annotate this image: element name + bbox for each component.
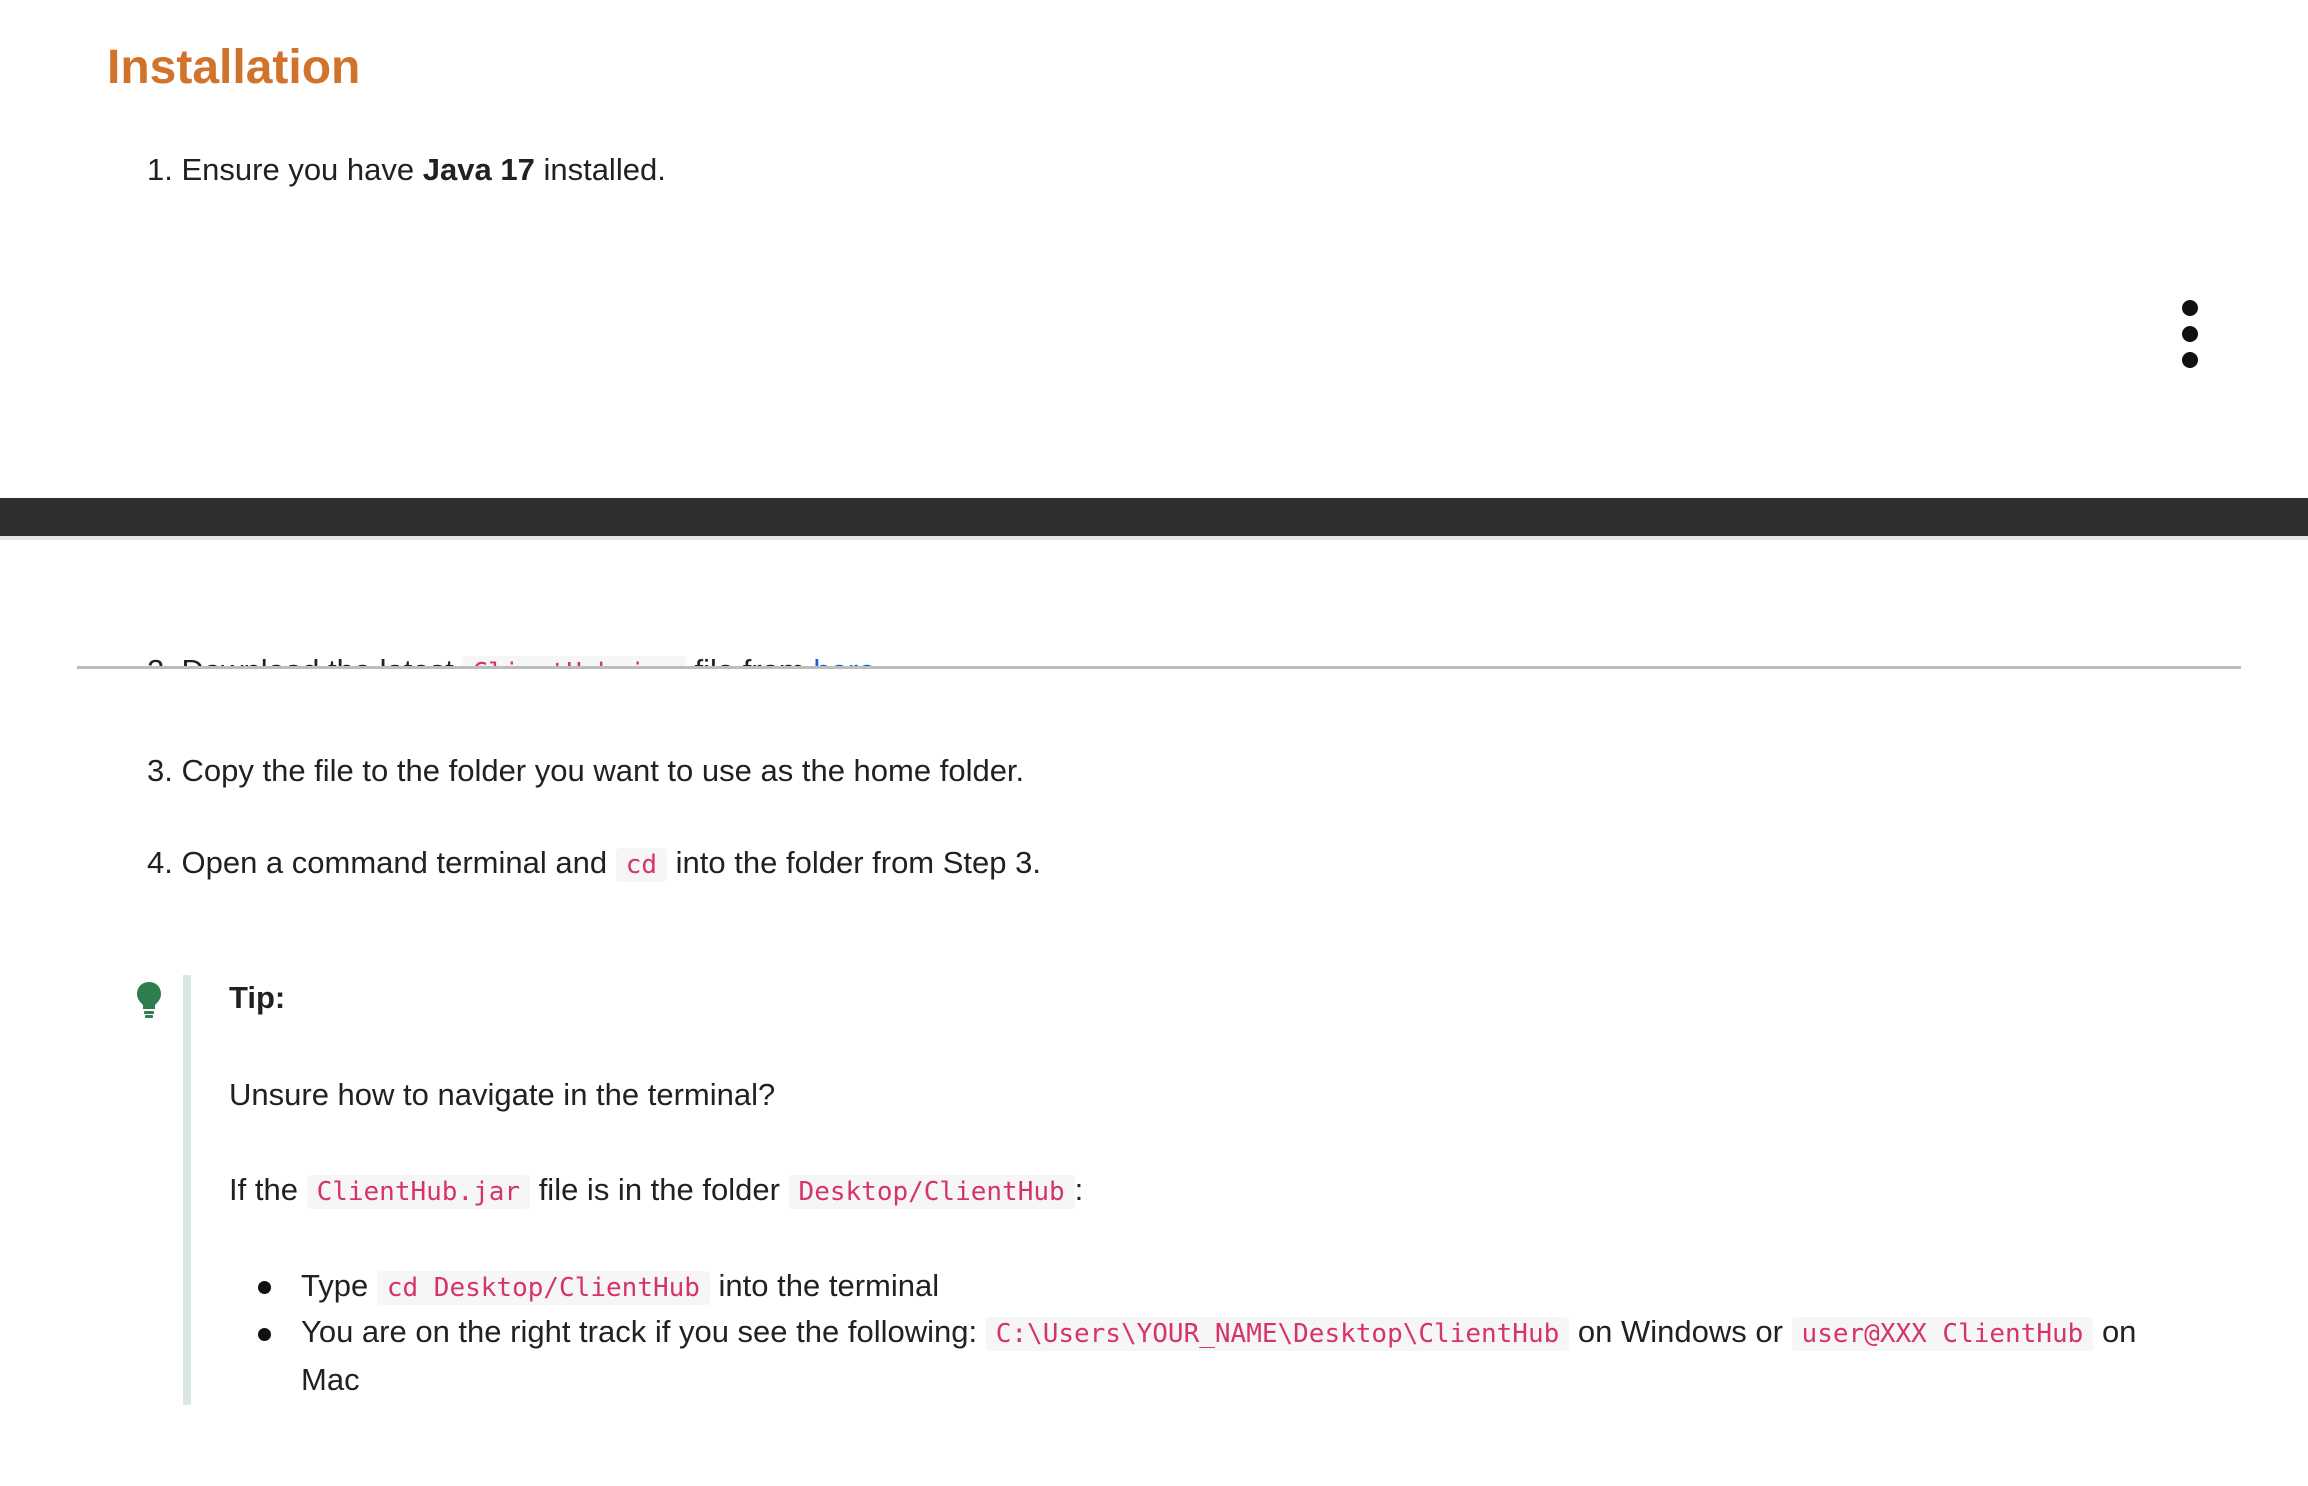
java-version: Java 17	[422, 152, 535, 187]
tip-text: :	[1074, 1172, 1084, 1207]
tip-bullet-2: You are on the right track if you see th…	[301, 1312, 2136, 1354]
code-mac-prompt: user@XXX ClientHub	[1791, 1317, 2094, 1351]
step-number: 1.	[147, 152, 173, 187]
step-3: 3. Copy the file to the folder you want …	[147, 751, 1024, 791]
code-windows-path: C:\Users\YOUR_NAME\Desktop\ClientHub	[985, 1317, 1570, 1351]
tip-text: on Windows or	[1577, 1314, 1783, 1349]
step-text: Copy the file to the folder you want to …	[181, 753, 1025, 788]
download-link[interactable]: here	[813, 653, 875, 667]
divider-bar	[0, 498, 2308, 536]
tip-bullet-1: Type cd Desktop/ClientHub into the termi…	[301, 1266, 939, 1308]
step-1: 1. Ensure you have Java 17 installed.	[147, 150, 666, 190]
page-title: Installation	[107, 41, 361, 94]
step-text: into the folder from Step 3.	[675, 845, 1041, 880]
bullet-dot	[258, 1281, 271, 1294]
step-4: 4. Open a command terminal and cd into t…	[147, 843, 1041, 885]
step-number: 3.	[147, 753, 173, 788]
tip-question: Unsure how to navigate in the terminal?	[229, 1077, 776, 1112]
step-text: Open a command terminal and	[181, 845, 608, 880]
tip-text: If the	[229, 1172, 298, 1207]
code-cd-desktop-clienthub: cd Desktop/ClientHub	[376, 1271, 710, 1305]
step-text: Download the latest	[181, 653, 453, 667]
step-text: Ensure you have	[181, 152, 415, 187]
tip-title: Tip:	[229, 980, 286, 1015]
step-text: installed.	[543, 152, 666, 187]
tip-folder-line: If the ClientHub.jar file is in the fold…	[229, 1170, 1083, 1212]
tip-text: into the terminal	[718, 1268, 940, 1303]
tip-bullet-2-wrap: Mac	[301, 1362, 360, 1397]
horizontal-rule	[77, 666, 2241, 669]
lightbulb-icon	[137, 982, 161, 1018]
step-2: 2. Download the latest ClientHub.jar fil…	[147, 651, 875, 667]
code-cd: cd	[615, 848, 668, 882]
tip-accent-bar	[183, 975, 191, 1405]
step-text: file from	[695, 653, 805, 667]
tip-text: on	[2101, 1314, 2137, 1349]
code-desktop-clienthub: Desktop/ClientHub	[788, 1175, 1075, 1209]
tip-text: Type	[301, 1268, 369, 1303]
step-number: 2.	[147, 653, 173, 667]
code-clienthub-jar: ClientHub.jar	[306, 1175, 531, 1209]
clipped-step-region: 2. Download the latest ClientHub.jar fil…	[0, 540, 2308, 667]
tip-text: file is in the folder	[538, 1172, 780, 1207]
bullet-dot	[258, 1328, 271, 1341]
more-options-icon[interactable]	[2170, 296, 2210, 372]
step-number: 4.	[147, 845, 173, 880]
tip-text: You are on the right track if you see th…	[301, 1314, 978, 1349]
